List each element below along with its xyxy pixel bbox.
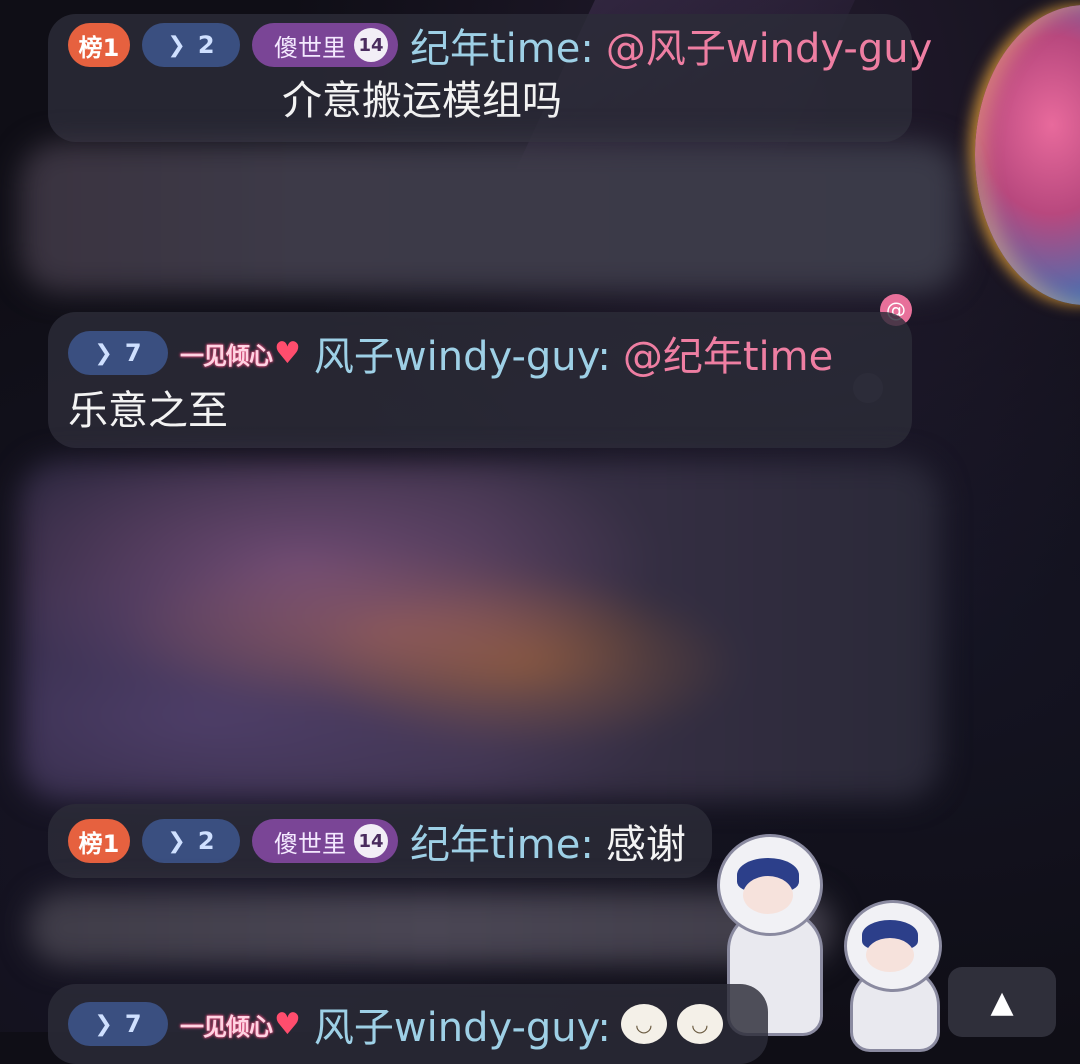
heart-badge[interactable]: 一见倾心 ♥ [180, 1002, 301, 1046]
heart-icon: ♥ [274, 335, 301, 371]
heart-badge-label: 一见倾心 [180, 341, 273, 370]
level-number: 2 [197, 31, 215, 59]
chevron-down-icon: ❯ [167, 828, 186, 854]
username[interactable]: 纪年time: [410, 812, 594, 870]
heart-badge[interactable]: 一见倾心 ♥ [180, 331, 301, 375]
username[interactable]: 风子windy-guy: [314, 995, 611, 1053]
message-text: 感谢 [605, 822, 686, 868]
rank-badge[interactable]: 榜1 [68, 23, 130, 67]
fan-club-badge[interactable]: 傻世里 14 [252, 23, 398, 67]
astronaut-face [743, 876, 793, 914]
message-header: 榜1 ❯ 2 傻世里 14 纪年time: 感谢 [68, 804, 692, 878]
level-badge[interactable]: ❯ 7 [68, 1002, 168, 1046]
level-number: 7 [124, 339, 142, 367]
chevron-down-icon: ❯ [167, 32, 186, 58]
scroll-up-button[interactable]: ▲ [948, 967, 1056, 1037]
fan-club-level: 14 [354, 28, 388, 62]
rank-badge[interactable]: 榜1 [68, 819, 130, 863]
chat-message[interactable]: 榜1 ❯ 2 傻世里 14 纪年time: 感谢 [48, 804, 712, 878]
message-body: 乐意之至 [68, 376, 892, 438]
chat-message[interactable]: ❯ 7 一见倾心 ♥ 风子windy-guy: @纪年time 乐意之至 [48, 312, 912, 448]
level-badge[interactable]: ❯ 2 [142, 23, 240, 67]
message-header: ❯ 7 一见倾心 ♥ 风子windy-guy: ◡ ◡ [68, 988, 748, 1060]
fan-club-label: 傻世里 [274, 829, 346, 858]
level-badge[interactable]: ❯ 2 [142, 819, 240, 863]
fan-club-level: 14 [354, 824, 388, 858]
message-header: 榜1 ❯ 2 傻世里 14 纪年time: @风子windy-guy [68, 14, 932, 76]
emoji-sticker: ◡ [620, 1004, 667, 1044]
message-body: 介意搬运模组吗 [68, 66, 892, 128]
blurred-image [20, 460, 940, 800]
astronaut-face [866, 938, 914, 972]
username[interactable]: 纪年time: [410, 16, 594, 74]
chat-message[interactable]: ❯ 7 一见倾心 ♥ 风子windy-guy: ◡ ◡ [48, 984, 768, 1064]
message-header: ❯ 7 一见倾心 ♥ 风子windy-guy: @纪年time [68, 322, 892, 384]
mention[interactable]: @风子windy-guy [606, 16, 932, 74]
level-badge[interactable]: ❯ 7 [68, 331, 168, 375]
fan-club-label: 傻世里 [274, 33, 346, 62]
blurred-message [20, 142, 960, 292]
fan-club-badge[interactable]: 傻世里 14 [252, 819, 398, 863]
level-number: 7 [124, 1010, 142, 1038]
message-text: 乐意之至 [68, 388, 228, 434]
chat-message[interactable]: 榜1 ❯ 2 傻世里 14 纪年time: @风子windy-guy 介意搬运模… [48, 14, 932, 142]
heart-icon: ♥ [274, 1006, 301, 1042]
message-text: 介意搬运模组吗 [282, 78, 562, 124]
chevron-down-icon: ❯ [94, 1011, 113, 1037]
level-number: 2 [197, 827, 215, 855]
blurred-message [28, 892, 834, 964]
chevron-down-icon: ❯ [94, 340, 113, 366]
triangle-up-icon: ▲ [990, 984, 1014, 1020]
emoji-sticker: ◡ [676, 1004, 723, 1044]
heart-badge-label: 一见倾心 [180, 1012, 273, 1041]
astronaut-decoration [840, 896, 950, 1052]
username[interactable]: 风子windy-guy: [314, 324, 611, 382]
mention[interactable]: @纪年time [623, 324, 833, 382]
